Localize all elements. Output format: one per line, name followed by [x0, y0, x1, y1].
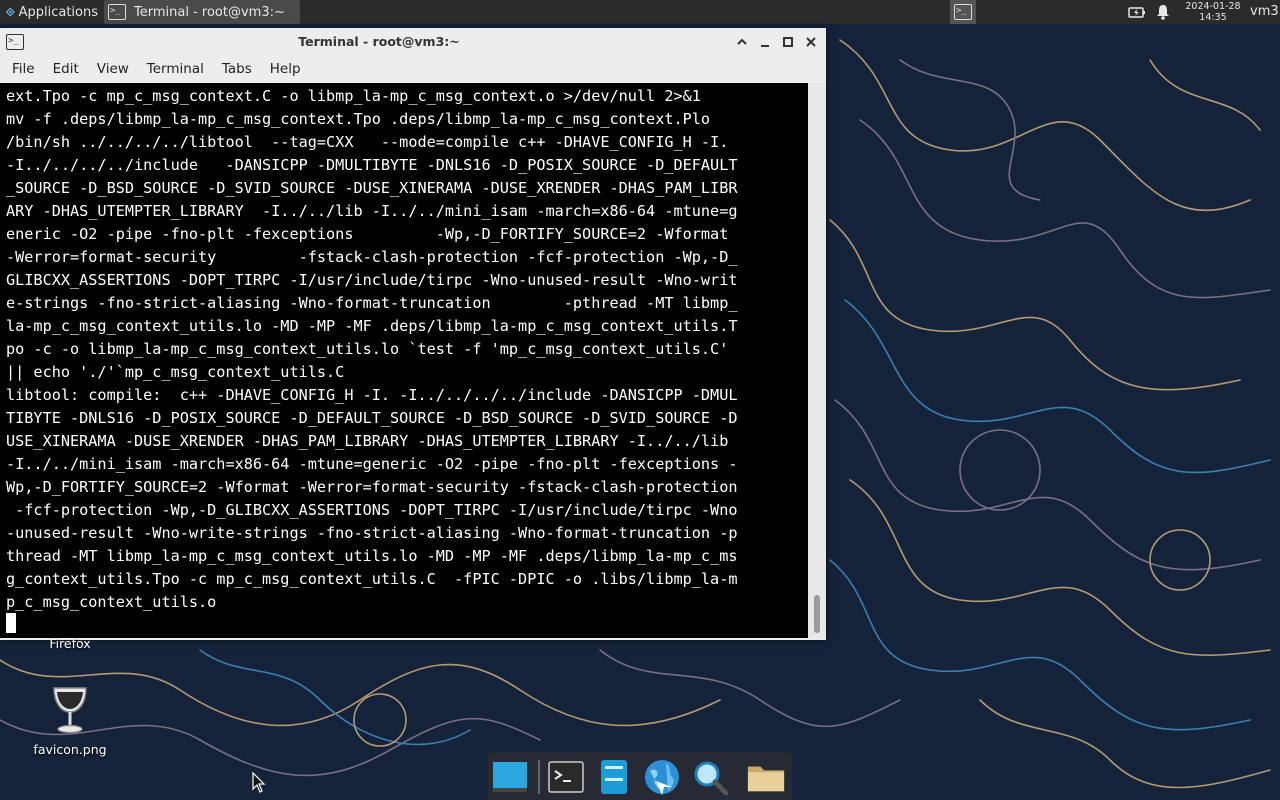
search-icon: [694, 761, 729, 796]
terminal-line: /bin/sh ../../../../libtool --tag=CXX --…: [6, 133, 729, 151]
taskbar-terminal-label: Terminal - root@vm3:~: [134, 4, 285, 20]
file-manager-icon: [601, 760, 627, 794]
dock-app-finder[interactable]: [690, 757, 730, 797]
terminal-line: libtool: compile: c++ -DHAVE_CONFIG_H -I…: [6, 386, 738, 404]
terminal-line: _SOURCE -D_BSD_SOURCE -D_SVID_SOURCE -DU…: [6, 179, 738, 197]
close-icon: [806, 37, 816, 47]
terminal-line: -Werror=format-security -fstack-clash-pr…: [6, 248, 738, 266]
notification-bell-icon[interactable]: [1155, 3, 1171, 21]
applications-label: Applications: [18, 4, 98, 20]
dock-show-desktop[interactable]: [490, 757, 530, 797]
dock-web-browser[interactable]: [642, 757, 682, 797]
terminal-icon: [548, 761, 584, 793]
terminal-line: e-strings -fno-strict-aliasing -Wno-form…: [6, 294, 738, 312]
top-panel: Applications >_ Terminal - root@vm3:~ >_…: [0, 0, 1280, 24]
terminal-line: po -c -o libmp_la-mp_c_msg_context_utils…: [6, 340, 729, 358]
applications-menu-button[interactable]: Applications: [0, 0, 104, 24]
terminal-cursor: [6, 613, 16, 633]
terminal-line: ARY -DHAS_UTEMPTER_LIBRARY -I../../lib -…: [6, 202, 738, 220]
dock-separator: [538, 760, 540, 794]
panel-terminal-launcher[interactable]: >_: [950, 0, 976, 24]
minimize-button[interactable]: [756, 33, 774, 51]
shade-button[interactable]: [733, 33, 751, 51]
terminal-line: thread -MT libmp_la-mp_c_msg_context_uti…: [6, 547, 738, 565]
dock-terminal[interactable]: [546, 757, 586, 797]
maximize-button[interactable]: [779, 33, 797, 51]
web-browser-icon: [645, 760, 679, 795]
menu-terminal[interactable]: Terminal: [141, 61, 210, 77]
terminal-line: GLIBCXX_ASSERTIONS -DOPT_TIRPC -I/usr/in…: [6, 271, 738, 289]
menu-file[interactable]: File: [6, 61, 41, 77]
menu-view[interactable]: View: [91, 61, 135, 77]
terminal-icon: >_: [954, 4, 972, 20]
dock-file-manager[interactable]: [594, 757, 634, 797]
folder-icon: [747, 766, 785, 792]
terminal-scrollbar[interactable]: [808, 83, 826, 638]
menu-tabs[interactable]: Tabs: [216, 61, 258, 77]
terminal-line: Wp,-D_FORTIFY_SOURCE=2 -Wformat -Werror=…: [6, 478, 738, 496]
terminal-line: eneric -O2 -pipe -fno-plt -fexceptions -…: [6, 225, 729, 243]
clock[interactable]: 2024-01-28 14:35: [1180, 1, 1246, 23]
dock-home-folder[interactable]: [746, 757, 786, 797]
mouse-pointer: [252, 772, 266, 793]
clock-date: 2024-01-28: [1185, 1, 1241, 12]
terminal-line: || echo './'`mp_c_msg_context_utils.C: [6, 363, 345, 381]
terminal-output[interactable]: ext.Tpo -c mp_c_msg_context.C -o libmp_l…: [0, 83, 808, 638]
taskbar-terminal-button[interactable]: >_ Terminal - root@vm3:~: [104, 0, 300, 24]
window-title: Terminal - root@vm3:~: [298, 34, 460, 49]
terminal-line: TIBYTE -DNLS16 -D_POSIX_SOURCE -D_DEFAUL…: [6, 409, 738, 427]
terminal-line: g_context_utils.Tpo -c mp_c_msg_context_…: [6, 570, 738, 588]
terminal-line: -I../../../../include -DANSICPP -DMULTIB…: [6, 156, 738, 174]
terminal-line: ext.Tpo -c mp_c_msg_context.C -o libmp_l…: [6, 87, 701, 105]
applications-icon: [6, 7, 15, 17]
terminal-line: -I../../mini_isam -march=x86-64 -mtune=g…: [6, 455, 738, 473]
terminal-window: >_ Terminal - root@vm3:~ File Edit View …: [0, 28, 826, 640]
desktop-icon: [493, 762, 527, 792]
window-titlebar[interactable]: >_ Terminal - root@vm3:~: [0, 28, 826, 56]
terminal-line: USE_XINERAMA -DUSE_XRENDER -DHAS_PAM_LIB…: [6, 432, 729, 450]
close-button[interactable]: [802, 33, 820, 51]
terminal-line: -unused-result -Wno-write-strings -fno-s…: [6, 524, 738, 542]
desktop-icon-favicon-label[interactable]: favicon.png: [20, 742, 120, 757]
terminal-line: p_c_msg_context_utils.o: [6, 593, 217, 611]
terminal-text: ext.Tpo -c mp_c_msg_context.C -o libmp_l…: [6, 85, 738, 614]
terminal-line: mv -f .deps/libmp_la-mp_c_msg_context.Tp…: [6, 110, 711, 128]
terminal-icon: >_: [108, 4, 126, 20]
maximize-icon: [783, 37, 793, 47]
terminal-line: la-mp_c_msg_context_utils.lo -MD -MP -MF…: [6, 317, 738, 335]
user-menu[interactable]: vm3: [1250, 4, 1279, 19]
scrollbar-thumb[interactable]: [814, 595, 820, 633]
menu-bar: File Edit View Terminal Tabs Help: [0, 56, 826, 82]
desktop-icon-firefox-label[interactable]: Firefox: [20, 636, 120, 651]
favicon-file-icon[interactable]: [48, 684, 92, 736]
dock: [488, 752, 792, 800]
battery-icon[interactable]: [1128, 4, 1146, 20]
menu-help[interactable]: Help: [264, 61, 307, 77]
clock-time: 14:35: [1199, 12, 1227, 23]
chevron-up-icon: [737, 38, 747, 45]
menu-edit[interactable]: Edit: [47, 61, 85, 77]
terminal-line: -fcf-protection -Wp,-D_GLIBCXX_ASSERTION…: [15, 501, 738, 519]
minimize-icon: [761, 45, 769, 47]
